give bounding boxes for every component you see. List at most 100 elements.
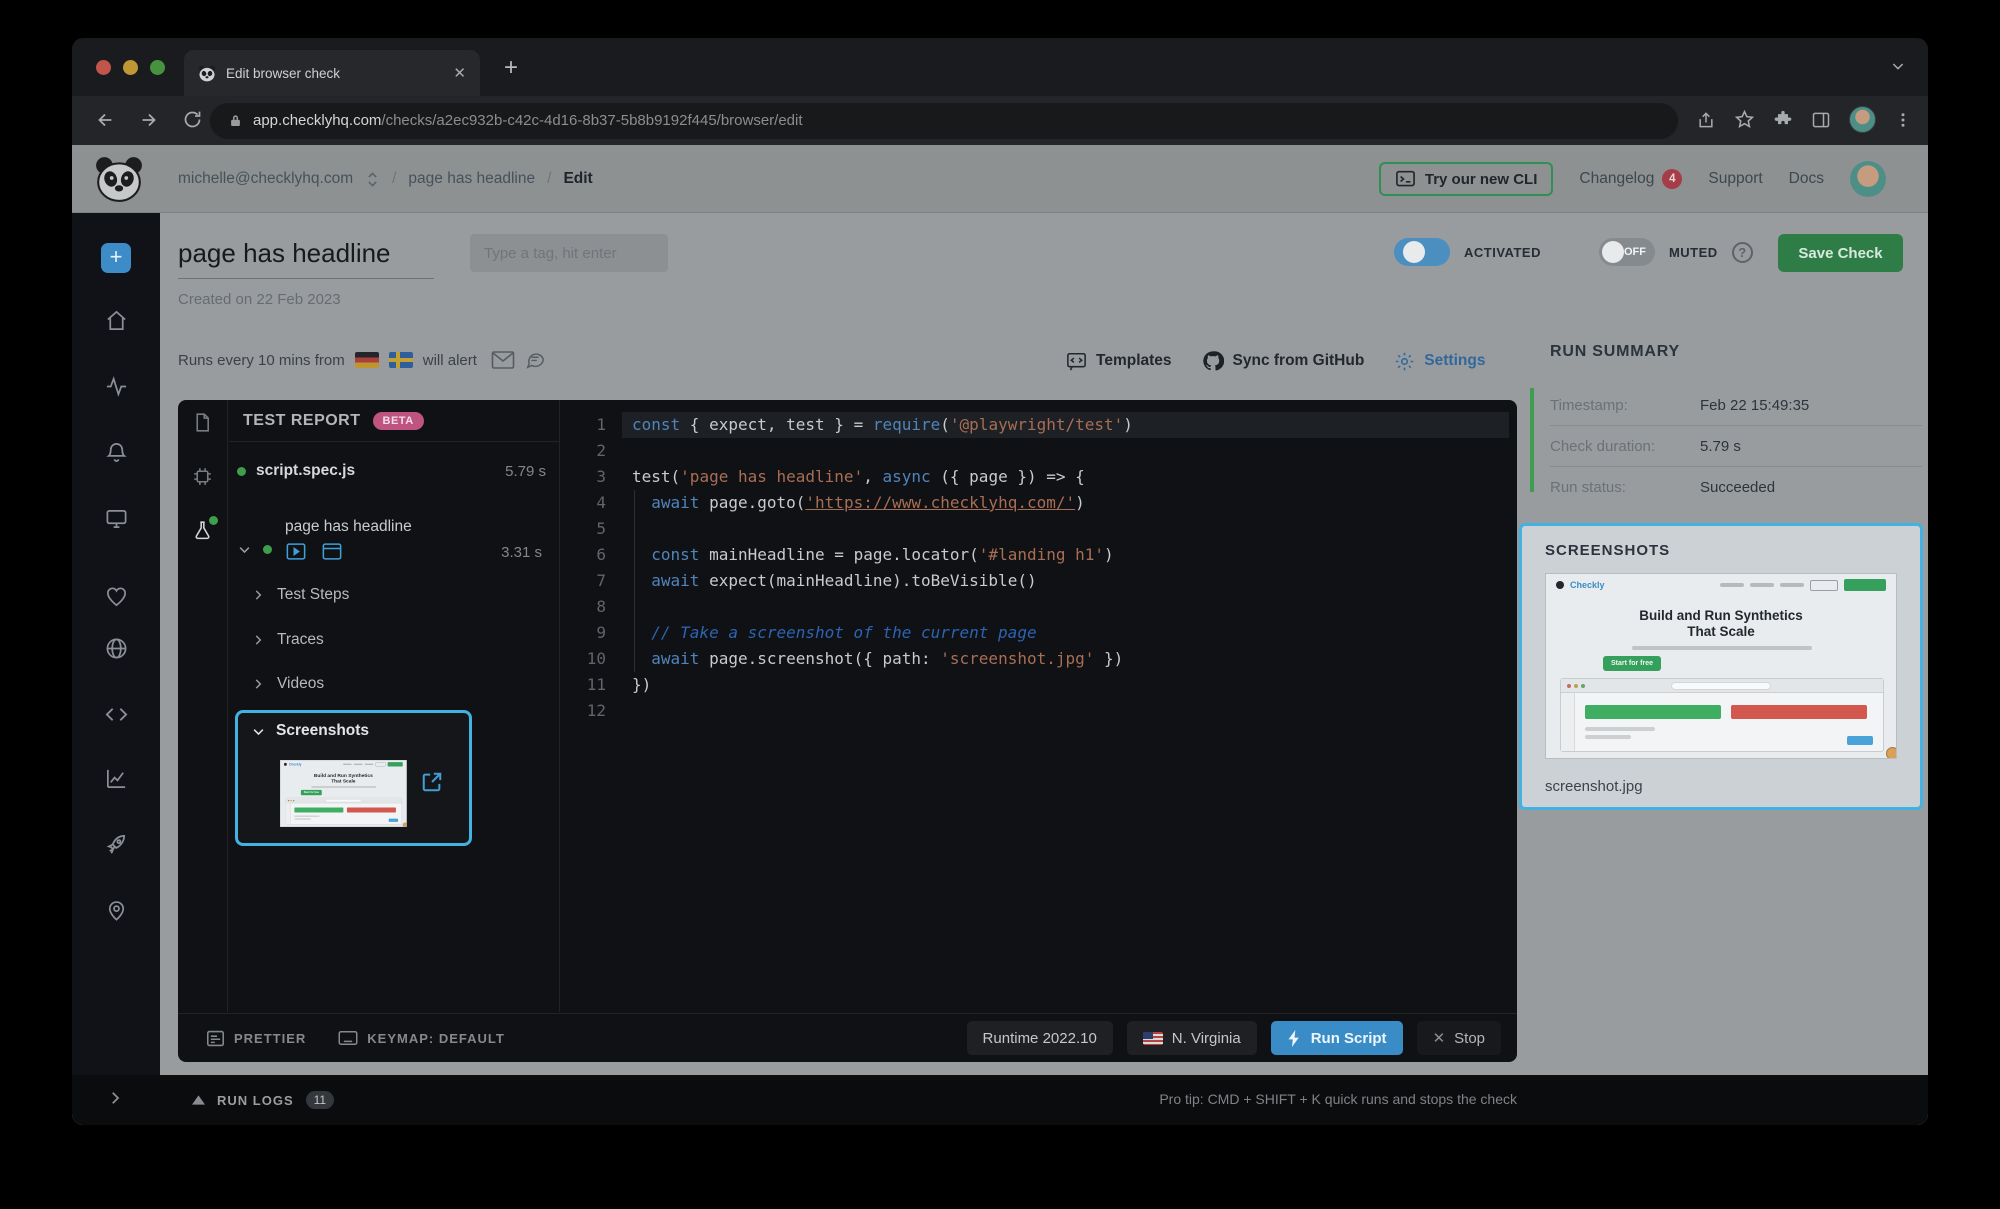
share-icon[interactable]: [1696, 110, 1716, 130]
line-number: 12: [560, 698, 606, 724]
dependencies-chip-icon[interactable]: [192, 466, 213, 487]
minimize-window-button[interactable]: [123, 60, 138, 75]
account-updown-chevron-icon[interactable]: [365, 171, 380, 188]
sidebar-item-status[interactable]: [72, 585, 160, 608]
settings-button[interactable]: Settings: [1394, 351, 1485, 372]
video-play-icon[interactable]: [285, 542, 307, 561]
support-link[interactable]: Support: [1708, 170, 1762, 188]
sync-github-button[interactable]: Sync from GitHub: [1202, 350, 1365, 372]
muted-help-icon[interactable]: ?: [1732, 242, 1753, 263]
toggle-knob: [1403, 241, 1425, 263]
screenshot-thumbnail-small[interactable]: Checkly Build and Run SyntheticsThat Sca…: [280, 760, 407, 828]
lock-icon: [228, 113, 243, 129]
region-selector[interactable]: N. Virginia: [1127, 1021, 1257, 1055]
code-line[interactable]: 7 await expect(mainHeadline).toBeVisible…: [560, 568, 1517, 594]
keymap-button[interactable]: KEYMAP: DEFAULT: [338, 1030, 505, 1046]
muted-toggle[interactable]: OFF: [1599, 238, 1655, 266]
spec-file-row[interactable]: script.spec.js 5.79 s: [229, 462, 560, 480]
sidebar-item-snippets[interactable]: [72, 703, 160, 726]
code-editor[interactable]: 1const { expect, test } = require('@play…: [560, 400, 1517, 1012]
map-pin-icon: [105, 899, 128, 922]
browser-profile-avatar[interactable]: [1849, 106, 1876, 133]
created-date: Created on 22 Feb 2023: [178, 291, 341, 308]
files-icon[interactable]: [192, 412, 213, 433]
checkly-panda-logo[interactable]: [94, 156, 144, 202]
browser-window: Edit browser check ✕ + app.checklyhq.com…: [72, 38, 1928, 1125]
breadcrumb-check-name[interactable]: page has headline: [408, 170, 535, 188]
sidebar-item-alerts[interactable]: [72, 441, 160, 464]
alert-text: will alert: [423, 352, 477, 369]
tab-search-chevron-icon[interactable]: [1890, 58, 1906, 74]
run-script-button[interactable]: Run Script: [1271, 1021, 1403, 1055]
activated-toggle[interactable]: ON: [1394, 238, 1450, 266]
account-switcher[interactable]: michelle@checklyhq.com: [178, 170, 353, 188]
open-external-icon[interactable]: [421, 771, 443, 793]
sweden-flag-icon: [389, 352, 413, 368]
bookmark-star-icon[interactable]: [1734, 109, 1755, 130]
code-line[interactable]: 3test('page has headline', async ({ page…: [560, 464, 1517, 490]
line-number: 1: [560, 412, 606, 438]
line-number: 3: [560, 464, 606, 490]
checkly-app: michelle@checklyhq.com / page has headli…: [72, 145, 1928, 1125]
back-icon[interactable]: [94, 109, 116, 131]
trace-window-icon[interactable]: [321, 542, 343, 561]
save-check-button[interactable]: Save Check: [1778, 234, 1903, 272]
runtime-selector[interactable]: Runtime 2022.10: [967, 1021, 1113, 1055]
changelog-link[interactable]: Changelog: [1579, 170, 1654, 188]
user-avatar[interactable]: [1850, 161, 1886, 197]
sidebar-item-locations[interactable]: [72, 899, 160, 922]
sidebar-item-private-locations[interactable]: [72, 637, 160, 660]
breadcrumb-page: Edit: [563, 170, 592, 188]
code-line[interactable]: 12: [560, 698, 1517, 724]
sidebar-item-dashboards[interactable]: [72, 507, 160, 530]
sidebar-item-analytics[interactable]: [72, 767, 160, 790]
code-icon: [105, 703, 128, 726]
code-line[interactable]: 10 await page.screenshot({ path: 'screen…: [560, 646, 1517, 672]
code-line[interactable]: 1const { expect, test } = require('@play…: [560, 412, 1517, 438]
tag-input[interactable]: [470, 234, 668, 272]
code-line[interactable]: 6 const mainHeadline = page.locator('#la…: [560, 542, 1517, 568]
forward-icon[interactable]: [138, 109, 160, 131]
chevron-down-icon: [237, 542, 252, 557]
screenshots-section-highlighted[interactable]: Screenshots Checkly Build and Run Synthe…: [235, 710, 472, 846]
screenshot-thumbnail-large[interactable]: Checkly Build and Run SyntheticsThat Sca…: [1545, 573, 1897, 759]
create-new-button[interactable]: +: [72, 243, 160, 273]
tree-item-videos[interactable]: Videos: [251, 675, 324, 693]
run-logs-toggle[interactable]: RUN LOGS 11: [192, 1075, 334, 1125]
stop-button[interactable]: ✕Stop: [1417, 1021, 1501, 1055]
run-status-bar: [1530, 388, 1534, 492]
new-tab-button[interactable]: +: [504, 54, 518, 82]
extensions-puzzle-icon[interactable]: [1773, 110, 1793, 130]
code-line[interactable]: 8: [560, 594, 1517, 620]
docs-link[interactable]: Docs: [1789, 170, 1824, 188]
home-icon: [105, 309, 128, 332]
code-line[interactable]: 2: [560, 438, 1517, 464]
templates-button[interactable]: Templates: [1066, 352, 1172, 371]
try-cli-button[interactable]: Try our new CLI: [1379, 162, 1554, 196]
close-window-button[interactable]: [96, 60, 111, 75]
sidebar-item-monitoring[interactable]: [72, 375, 160, 398]
github-icon: [1202, 350, 1224, 372]
browser-tab[interactable]: Edit browser check ✕: [184, 50, 480, 96]
tab-close-icon[interactable]: ✕: [453, 64, 466, 82]
sidebar-item-quickstart[interactable]: [72, 833, 160, 856]
editor-footer: PRETTIER KEYMAP: DEFAULT Runtime 2022.10…: [178, 1013, 1517, 1062]
checkly-favicon: [198, 65, 216, 82]
code-line[interactable]: 11}): [560, 672, 1517, 698]
address-bar[interactable]: app.checklyhq.com/checks/a2ec932b-c42c-4…: [210, 103, 1678, 139]
terminal-icon: [1395, 170, 1416, 188]
tree-item-traces[interactable]: Traces: [251, 631, 324, 649]
zoom-window-button[interactable]: [150, 60, 165, 75]
tree-item-test-steps[interactable]: Test Steps: [251, 586, 349, 604]
code-line[interactable]: 5: [560, 516, 1517, 542]
code-line[interactable]: 9 // Take a screenshot of the current pa…: [560, 620, 1517, 646]
test-case-time: 3.31 s: [501, 544, 542, 561]
screenshots-panel-highlighted[interactable]: SCREENSHOTS Checkly Build and Run Synthe…: [1519, 523, 1923, 810]
reload-icon[interactable]: [182, 109, 203, 130]
code-line[interactable]: 4 await page.goto('https://www.checklyhq…: [560, 490, 1517, 516]
side-panel-icon[interactable]: [1811, 110, 1831, 130]
browser-menu-kebab-icon[interactable]: [1894, 111, 1912, 129]
prettier-button[interactable]: PRETTIER: [206, 1030, 306, 1047]
sidebar-item-home[interactable]: [72, 309, 160, 332]
rail-expand-chevron-icon[interactable]: [106, 1089, 124, 1107]
